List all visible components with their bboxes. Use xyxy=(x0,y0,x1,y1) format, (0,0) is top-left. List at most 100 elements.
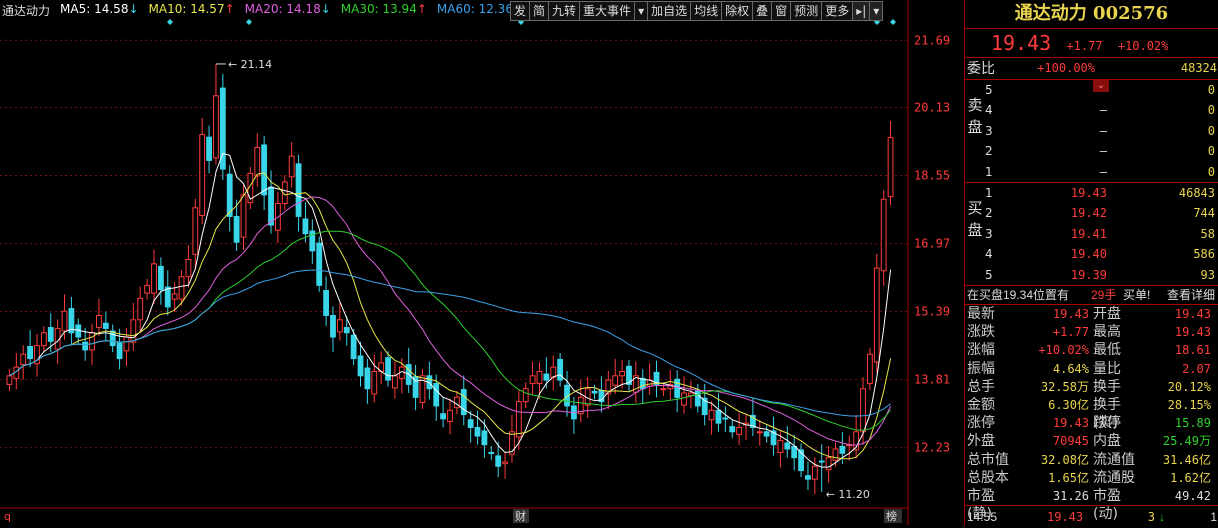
candle-body xyxy=(96,314,102,329)
candle-body xyxy=(681,392,687,406)
high-label: ← 21.14 xyxy=(228,58,272,71)
toolbar-fa-button[interactable]: 发 xyxy=(510,1,531,21)
toolbar-window-button[interactable]: 窗 xyxy=(771,1,792,21)
candle-body xyxy=(61,310,68,332)
toolbar-add-watchlist-button[interactable]: 加自选 xyxy=(647,1,692,21)
low-label: ← 11.20 xyxy=(826,488,870,501)
sell-price: – xyxy=(1099,103,1107,118)
stat-label: 总手 xyxy=(967,378,995,395)
weibi-label: 委比 xyxy=(967,60,995,76)
stat-value: 32.58万 xyxy=(1040,379,1089,394)
stat-value-right: 15.89 xyxy=(1174,416,1211,431)
collapse-chevron-icon[interactable]: ⌄ xyxy=(1093,80,1109,92)
candle-body xyxy=(591,390,598,394)
candle-body xyxy=(371,370,378,395)
candle-body xyxy=(481,430,488,446)
ma-legend-bar: 通达动力 MA5: 14.58↓ MA10: 14.57↑ MA20: 14.1… xyxy=(2,2,523,18)
kline-chart-area[interactable]: 21.69 20.13 18.55 16.97 15.39 13.81 12.23 ← 21.… xyxy=(0,0,964,525)
stat-label-right: 流通股 xyxy=(1093,469,1135,486)
candle-body xyxy=(82,341,89,351)
candle-body xyxy=(729,426,736,433)
stat-label-right: 开盘 xyxy=(1093,306,1121,322)
y-tick-label: 13.81 xyxy=(914,373,950,387)
toolbar-jian-button[interactable]: 简 xyxy=(529,1,550,21)
notice-detail-link[interactable]: 查看详细 xyxy=(1167,286,1215,304)
candle-body xyxy=(27,346,34,360)
candle-body xyxy=(515,401,522,438)
candle-body xyxy=(777,439,784,453)
ma30-arrow-icon: ↑ xyxy=(416,2,427,16)
toolbar-overlay-button[interactable]: 叠 xyxy=(752,1,773,21)
candle-body xyxy=(453,396,460,409)
stat-value-right: 25.49万 xyxy=(1162,434,1211,449)
ma10-label: MA10: xyxy=(148,2,187,16)
stat-label-right: 量比 xyxy=(1093,360,1121,377)
stat-label-right: 换手(实) xyxy=(1093,396,1121,431)
ma60-label: MA60: xyxy=(436,2,475,16)
stat-value-right: 49.42 xyxy=(1174,488,1211,503)
candle-body xyxy=(20,353,27,366)
candle-body xyxy=(261,144,268,196)
stat-label: 涨跌 xyxy=(967,324,995,341)
stat-row: 最新 19.43 开盘 19.43 xyxy=(965,305,1218,323)
price-header: 19.43 +1.77 +10.02% xyxy=(965,29,1218,57)
toolbar-events-button[interactable]: 重大事件 xyxy=(579,1,636,21)
candle-body xyxy=(240,194,247,238)
weibi-value: +100.00% xyxy=(1037,61,1095,75)
notice-row: 在买盘19.34位置有 29手 买单! 查看详细 xyxy=(965,286,1218,304)
candle-body xyxy=(89,332,95,351)
toolbar-menu-dropdown-icon[interactable]: ▾ xyxy=(869,1,884,21)
kline-chart[interactable]: 21.69 20.13 18.55 16.97 15.39 13.81 12.23 ← 21.… xyxy=(0,0,964,525)
sell-level: 3 xyxy=(985,123,993,138)
y-tick-label: 12.23 xyxy=(914,441,950,455)
toolbar-jiuzhuan-button[interactable]: 九转 xyxy=(548,1,581,21)
rank-marker-label: 榜 xyxy=(886,509,897,523)
candle-body xyxy=(206,136,212,161)
event-diamond-icon xyxy=(167,19,173,25)
stat-value: 4.64% xyxy=(1052,361,1089,376)
bottom-left-label: q xyxy=(4,510,11,523)
stat-row: 涨跌 +1.77 最高 19.43 xyxy=(965,323,1218,341)
toolbar-events-dropdown-icon[interactable]: ▾ xyxy=(634,1,649,21)
toolbar-ma-button[interactable]: 均线 xyxy=(690,1,723,21)
sell-book: 卖盘 5–04–03–02–01–0 ⌄ xyxy=(965,80,1218,182)
candle-body xyxy=(385,357,391,381)
buy-book: 买盘 1 19.43 46843 2 19.42 744 3 19.41 58 4 19.40 586… xyxy=(965,183,1218,285)
stat-value: 31.26 xyxy=(1052,488,1089,503)
candle-body xyxy=(178,276,185,300)
event-diamond-icon xyxy=(890,19,896,25)
candle-body xyxy=(674,378,681,398)
candle-body xyxy=(495,455,502,467)
candle-body xyxy=(364,367,371,390)
candle-body xyxy=(164,286,171,308)
candle-body xyxy=(474,426,481,437)
candle-body xyxy=(343,327,350,334)
stat-label-right: 最低 xyxy=(1093,342,1121,359)
sell-volume: 0 xyxy=(1207,144,1215,159)
chart-toolbar: 发 简 九转 重大事件 ▾ 加自选 均线 除权 叠 窗 预测 更多 ▸| ▾ xyxy=(510,1,884,21)
candle-body xyxy=(509,431,515,455)
buy-level: 5 xyxy=(985,267,993,282)
toolbar-forecast-button[interactable]: 预测 xyxy=(790,1,823,21)
candle-body xyxy=(40,332,47,347)
sell-row: 1 – 0 xyxy=(985,162,1218,182)
candle-body xyxy=(708,409,715,421)
candle-body xyxy=(6,375,13,385)
candle-body xyxy=(440,413,447,420)
candle-body xyxy=(825,457,832,471)
toolbar-pin-icon[interactable]: ▸| xyxy=(852,1,871,21)
stat-label: 总股本 xyxy=(967,469,1009,486)
price-change-pct: +10.02% xyxy=(1117,39,1169,53)
stat-value: +10.02% xyxy=(1038,343,1089,358)
candle-body xyxy=(502,461,508,465)
candle-body xyxy=(818,460,825,463)
candle-body xyxy=(137,297,144,321)
candle-body xyxy=(784,442,791,450)
sell-level: 5 xyxy=(985,83,993,97)
toolbar-more-button[interactable]: 更多 xyxy=(821,1,854,21)
stat-value: 1.65亿 xyxy=(1048,470,1089,485)
candle-body xyxy=(144,284,151,294)
toolbar-exright-button[interactable]: 除权 xyxy=(721,1,754,21)
candle-body xyxy=(866,353,873,385)
notice-volume: 29手 xyxy=(1091,288,1117,302)
